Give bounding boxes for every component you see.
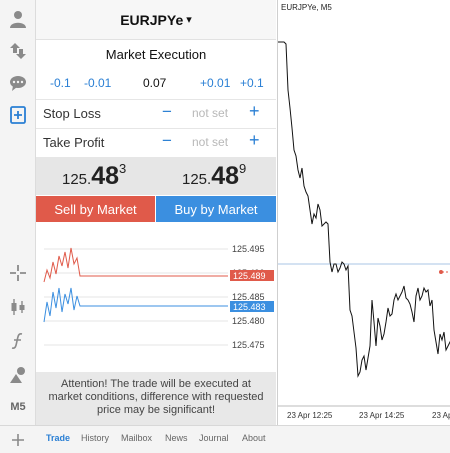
bid-price: 125.483: [62, 161, 126, 191]
tab-history[interactable]: History: [81, 433, 109, 443]
arrows-icon[interactable]: [0, 36, 36, 66]
take-profit-plus-button[interactable]: +: [249, 130, 260, 151]
tab-journal[interactable]: Journal: [199, 433, 229, 443]
time-label: 23 Apr 12:25: [287, 411, 333, 420]
symbol-title: EURJPYe: [120, 11, 184, 28]
stop-loss-row: Stop Loss − not set +: [36, 99, 276, 127]
candles-icon[interactable]: [0, 292, 36, 322]
volume-input[interactable]: 0.07: [143, 76, 166, 90]
bottom-tab-bar: Trade History Mailbox News Journal About: [0, 425, 450, 453]
tick-label: 125.480: [232, 316, 265, 326]
tab-about[interactable]: About: [242, 433, 266, 443]
volume-minus-0.01-button[interactable]: -0.01: [84, 76, 111, 90]
tick-chart: 125.495 125.490 125.485 125.480 125.475 …: [43, 244, 274, 350]
bid-price-big: 48: [91, 162, 120, 190]
ask-price-big: 48: [211, 162, 240, 190]
function-icon[interactable]: [0, 326, 36, 356]
price-display: 125.483 125.489: [36, 157, 276, 195]
tab-news[interactable]: News: [165, 433, 188, 443]
chart-title: EURJPYe, M5: [281, 3, 332, 12]
chevron-down-icon: ▾: [186, 14, 192, 26]
stop-loss-input[interactable]: not set: [192, 106, 228, 120]
bid-price-prefix: 125.: [62, 171, 92, 188]
volume-stepper: -0.1 -0.01 0.07 +0.01 +0.1: [36, 70, 276, 98]
objects-icon[interactable]: [0, 360, 36, 390]
symbol-selector[interactable]: EURJPYe ▾: [36, 0, 276, 40]
ask-price-tag-label: 125.489: [233, 271, 266, 281]
volume-minus-0.1-button[interactable]: -0.1: [50, 76, 71, 90]
plus-icon[interactable]: [0, 426, 36, 453]
chat-icon[interactable]: [0, 68, 36, 98]
ask-tick-line: [43, 247, 228, 283]
price-chart-canvas: 23 Apr 12:25 23 Apr 14:25 23 Apr: [278, 41, 450, 420]
ask-marker: [439, 270, 443, 274]
timeframe-button[interactable]: M5: [0, 392, 36, 422]
take-profit-row: Take Profit − not set +: [36, 128, 276, 156]
ask-price: 125.489: [182, 161, 246, 191]
crosshair-icon[interactable]: [0, 258, 36, 288]
bid-price-sup: 3: [119, 161, 127, 176]
sell-by-market-button[interactable]: Sell by Market: [36, 196, 155, 222]
buy-by-market-button[interactable]: Buy by Market: [156, 196, 276, 222]
tick-label: 125.485: [232, 292, 265, 302]
take-profit-minus-button[interactable]: −: [162, 131, 172, 151]
volume-plus-0.1-button[interactable]: +0.1: [240, 76, 264, 90]
left-toolbar: M5: [0, 0, 36, 453]
stop-loss-label: Stop Loss: [43, 106, 101, 121]
take-profit-input[interactable]: not set: [192, 135, 228, 149]
ask-price-sup: 9: [239, 161, 247, 176]
price-line: [278, 41, 450, 378]
execution-type-selector[interactable]: Market Execution: [36, 40, 276, 68]
stop-loss-plus-button[interactable]: +: [249, 101, 260, 122]
tab-mailbox[interactable]: Mailbox: [121, 433, 152, 443]
ask-price-prefix: 125.: [182, 171, 212, 188]
tab-trade[interactable]: Trade: [46, 433, 70, 443]
tick-label: 125.475: [232, 340, 265, 350]
volume-plus-0.01-button[interactable]: +0.01: [200, 76, 230, 90]
person-icon[interactable]: [0, 4, 36, 34]
order-panel: EURJPYe ▾ Market Execution -0.1 -0.01 0.…: [36, 0, 276, 425]
market-execution-warning: Attention! The trade will be executed at…: [36, 372, 276, 425]
time-label: 23 Apr 14:25: [359, 411, 405, 420]
execution-type-label: Market Execution: [105, 46, 207, 62]
bid-price-tag-label: 125.483: [233, 302, 266, 312]
price-chart[interactable]: 23 Apr 12:25 23 Apr 14:25 23 Apr EURJPYe…: [277, 0, 450, 425]
new-order-icon[interactable]: [0, 100, 36, 130]
bid-tick-line: [43, 287, 228, 323]
time-label: 23 Apr: [432, 411, 450, 420]
take-profit-label: Take Profit: [43, 135, 105, 150]
tick-label: 125.495: [232, 244, 265, 254]
stop-loss-minus-button[interactable]: −: [162, 102, 172, 122]
